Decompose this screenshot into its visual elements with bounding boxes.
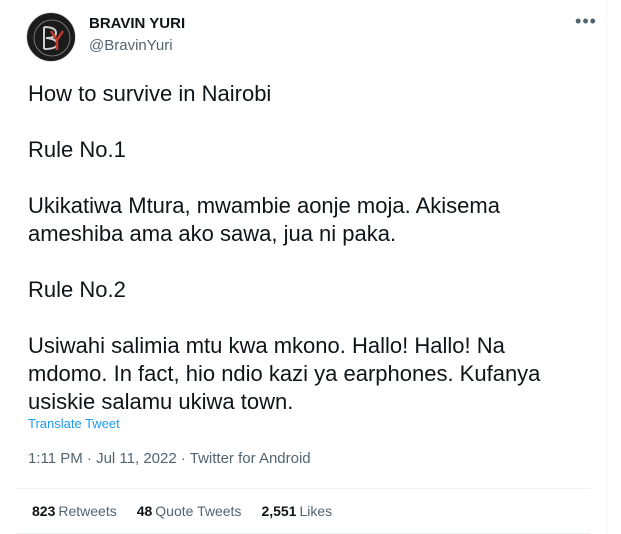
likes-label: Likes — [299, 503, 333, 519]
more-dots-icon: ••• — [575, 11, 597, 31]
author-handle[interactable]: @BravinYuri — [89, 37, 173, 54]
tweet-paragraph: Ukikatiwa Mtura, mwambie aonje moja. Aki… — [28, 193, 500, 246]
retweets-label: Retweets — [58, 503, 117, 519]
translate-tweet-link[interactable]: Translate Tweet — [28, 416, 120, 431]
likes-count: 2,551 — [261, 503, 297, 519]
quote-tweets-label: Quote Tweets — [155, 503, 242, 519]
retweets-count: 823 — [32, 503, 56, 519]
engagement-stats: 823 Retweets 48 Quote Tweets 2,551 Likes — [32, 503, 332, 519]
tweet-paragraph: Usiwahi salimia mtu kwa mkono. Hallo! Ha… — [28, 333, 541, 414]
tweet-paragraph: Rule No.1 — [28, 137, 126, 162]
tweet-timestamp[interactable]: 1:11 PM · Jul 11, 2022 · Twitter for And… — [28, 450, 311, 467]
avatar-monogram-image — [28, 14, 75, 61]
retweets-stat[interactable]: 823 Retweets — [32, 503, 117, 519]
tweet-paragraph: How to survive in Nairobi — [28, 81, 272, 106]
tweet-paragraph: Rule No.2 — [28, 277, 126, 302]
tweet-card: BRAVIN YURI @BravinYuri ••• How to survi… — [0, 0, 607, 534]
quote-tweets-count: 48 — [136, 503, 153, 519]
divider — [16, 488, 591, 489]
author-name[interactable]: BRAVIN YURI — [89, 15, 185, 32]
quote-tweets-stat[interactable]: 48 Quote Tweets — [137, 503, 242, 519]
likes-stat[interactable]: 2,551 Likes — [261, 503, 332, 519]
avatar[interactable] — [26, 12, 76, 62]
more-options-button[interactable]: ••• — [574, 11, 598, 34]
tweet-text: How to survive in Nairobi Rule No.1 Ukik… — [28, 80, 588, 416]
